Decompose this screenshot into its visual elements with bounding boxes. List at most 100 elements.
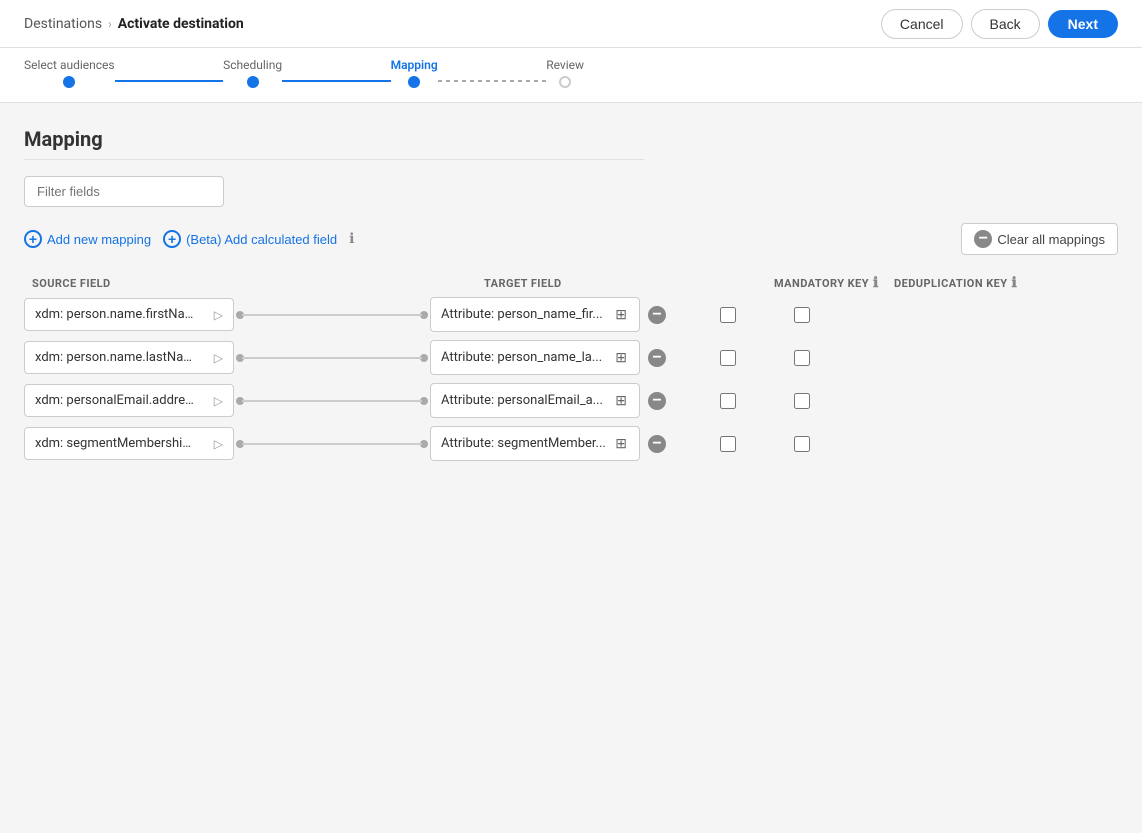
step-review: Review xyxy=(546,58,584,88)
header-target-field: TARGET FIELD xyxy=(484,277,724,290)
remove-icon-0: − xyxy=(648,306,666,324)
clear-all-mappings-button[interactable]: − Clear all mappings xyxy=(961,223,1118,255)
connector-line-3 xyxy=(242,443,422,445)
mapping-connector-0 xyxy=(236,311,428,319)
dedup-checkbox-3[interactable] xyxy=(794,436,810,452)
target-field-2[interactable]: Attribute: personalEmail_a... ⊞ xyxy=(430,383,640,418)
mandatory-checkbox-1[interactable] xyxy=(720,350,736,366)
step-label-scheduling: Scheduling xyxy=(223,58,282,72)
dedup-checkbox-cell-0 xyxy=(778,307,878,323)
source-field-text-3: xdm: segmentMembership.... xyxy=(35,436,195,451)
step-scheduling: Scheduling xyxy=(223,58,282,88)
mapping-connector-2 xyxy=(236,397,428,405)
clear-all-label: Clear all mappings xyxy=(997,232,1105,247)
connector-line-1 xyxy=(242,357,422,359)
header-action-buttons: Cancel Back Next xyxy=(881,9,1118,39)
header-mandatory-key: MANDATORY KEY ℹ xyxy=(774,275,894,291)
remove-mapping-button-0[interactable]: − xyxy=(648,306,666,324)
mandatory-checkbox-0[interactable] xyxy=(720,307,736,323)
step-connector-1 xyxy=(115,80,224,82)
target-field-text-0: Attribute: person_name_fir... xyxy=(441,307,603,322)
step-label-mapping: Mapping xyxy=(391,58,438,72)
mapping-section-title: Mapping xyxy=(24,127,1118,151)
cancel-button[interactable]: Cancel xyxy=(881,9,963,39)
step-connector-2 xyxy=(282,80,391,82)
dedup-checkbox-2[interactable] xyxy=(794,393,810,409)
mandatory-checkbox-cell-2 xyxy=(678,393,778,409)
connector-line-0 xyxy=(242,314,422,316)
breadcrumb-chevron-icon: › xyxy=(108,17,112,31)
actions-left: + Add new mapping + (Beta) Add calculate… xyxy=(24,230,354,248)
dedup-checkbox-1[interactable] xyxy=(794,350,810,366)
header-source-field: SOURCE FIELD xyxy=(24,277,264,290)
step-dot-review xyxy=(559,76,571,88)
source-field-0[interactable]: xdm: person.name.firstName ▷ xyxy=(24,298,234,331)
mandatory-info-icon[interactable]: ℹ xyxy=(873,275,879,291)
source-arrow-icon-3: ▷ xyxy=(214,437,223,451)
source-arrow-icon-0: ▷ xyxy=(214,308,223,322)
source-field-text-1: xdm: person.name.lastName xyxy=(35,350,195,365)
target-field-1[interactable]: Attribute: person_name_la... ⊞ xyxy=(430,340,640,375)
mandatory-checkbox-2[interactable] xyxy=(720,393,736,409)
dedup-checkbox-cell-3 xyxy=(778,436,878,452)
add-new-mapping-button[interactable]: + Add new mapping xyxy=(24,230,151,248)
next-button[interactable]: Next xyxy=(1048,10,1118,38)
source-field-2[interactable]: xdm: personalEmail.address ▷ xyxy=(24,384,234,417)
target-field-0[interactable]: Attribute: person_name_fir... ⊞ xyxy=(430,297,640,332)
table-row: xdm: person.name.firstName ▷ Attribute: … xyxy=(24,297,1118,332)
mapping-connector-1 xyxy=(236,354,428,362)
main-content: Mapping + Add new mapping + (Beta) Add c… xyxy=(0,103,1142,493)
add-mapping-plus-icon: + xyxy=(24,230,42,248)
actions-row: + Add new mapping + (Beta) Add calculate… xyxy=(24,223,1118,255)
header-dedup-key: DEDUPLICATION KEY ℹ xyxy=(894,275,1034,291)
calc-field-info-icon[interactable]: ℹ xyxy=(349,231,354,247)
breadcrumb-destinations[interactable]: Destinations xyxy=(24,16,102,32)
add-calc-label: (Beta) Add calculated field xyxy=(186,232,337,247)
dedup-info-icon[interactable]: ℹ xyxy=(1012,275,1018,291)
target-field-edit-btn-0[interactable]: ⊞ xyxy=(613,306,629,323)
target-field-edit-btn-3[interactable]: ⊞ xyxy=(613,435,629,452)
add-calc-plus-icon: + xyxy=(163,230,181,248)
mandatory-checkbox-cell-0 xyxy=(678,307,778,323)
mandatory-checkbox-3[interactable] xyxy=(720,436,736,452)
table-row: xdm: segmentMembership.... ▷ Attribute: … xyxy=(24,426,1118,461)
dedup-checkbox-cell-1 xyxy=(778,350,878,366)
filter-fields-input[interactable] xyxy=(24,176,224,207)
mapping-connector-3 xyxy=(236,440,428,448)
mapping-rows-container: xdm: person.name.firstName ▷ Attribute: … xyxy=(24,297,1118,461)
source-field-3[interactable]: xdm: segmentMembership.... ▷ xyxy=(24,427,234,460)
step-label-select-audiences: Select audiences xyxy=(24,58,115,72)
step-dot-select-audiences xyxy=(63,76,75,88)
target-field-text-3: Attribute: segmentMember... xyxy=(441,436,606,451)
remove-mapping-button-2[interactable]: − xyxy=(648,392,666,410)
dedup-checkbox-cell-2 xyxy=(778,393,878,409)
stepper-container: Select audiences Scheduling Mapping Revi… xyxy=(0,48,1142,103)
step-dot-scheduling xyxy=(247,76,259,88)
source-arrow-icon-1: ▷ xyxy=(214,351,223,365)
step-connector-3 xyxy=(438,80,547,82)
filter-input-wrap xyxy=(24,176,224,207)
source-arrow-icon-2: ▷ xyxy=(214,394,223,408)
table-row: xdm: person.name.lastName ▷ Attribute: p… xyxy=(24,340,1118,375)
source-field-1[interactable]: xdm: person.name.lastName ▷ xyxy=(24,341,234,374)
target-field-edit-btn-2[interactable]: ⊞ xyxy=(613,392,629,409)
table-row: xdm: personalEmail.address ▷ Attribute: … xyxy=(24,383,1118,418)
target-field-edit-btn-1[interactable]: ⊞ xyxy=(613,349,629,366)
step-mapping: Mapping xyxy=(391,58,438,88)
breadcrumb-current: Activate destination xyxy=(118,16,244,32)
remove-mapping-button-3[interactable]: − xyxy=(648,435,666,453)
dedup-checkbox-0[interactable] xyxy=(794,307,810,323)
target-field-3[interactable]: Attribute: segmentMember... ⊞ xyxy=(430,426,640,461)
step-dot-mapping xyxy=(408,76,420,88)
remove-icon-2: − xyxy=(648,392,666,410)
add-mapping-label: Add new mapping xyxy=(47,232,151,247)
remove-mapping-button-1[interactable]: − xyxy=(648,349,666,367)
mandatory-checkbox-cell-1 xyxy=(678,350,778,366)
target-field-text-2: Attribute: personalEmail_a... xyxy=(441,393,603,408)
back-button[interactable]: Back xyxy=(971,9,1040,39)
step-label-review: Review xyxy=(546,58,584,72)
remove-icon-3: − xyxy=(648,435,666,453)
add-calculated-field-button[interactable]: + (Beta) Add calculated field xyxy=(163,230,337,248)
step-select-audiences: Select audiences xyxy=(24,58,115,88)
mandatory-checkbox-cell-3 xyxy=(678,436,778,452)
